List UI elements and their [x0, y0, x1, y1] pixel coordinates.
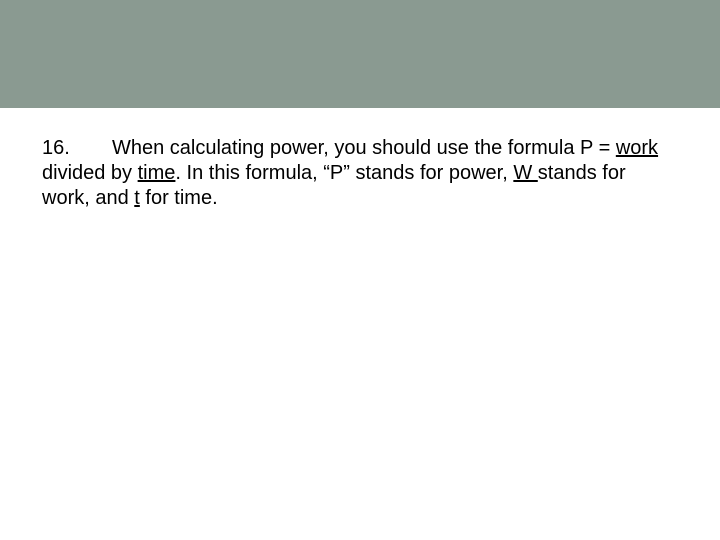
- underlined-work: work: [616, 137, 658, 159]
- underlined-time: time: [138, 162, 176, 184]
- question-paragraph: 16.When calculating power, you should us…: [42, 136, 678, 211]
- underlined-W: W: [513, 162, 537, 184]
- question-number: 16.: [42, 136, 112, 161]
- text-segment-2: P =: [580, 137, 616, 159]
- text-segment-3: divided by: [42, 162, 138, 184]
- text-segment-1: When calculating power, you should use t…: [112, 137, 580, 159]
- text-segment-6: for time.: [140, 187, 218, 209]
- header-bar: [0, 0, 720, 108]
- text-segment-4: . In this formula, “P” stands for power,: [175, 162, 513, 184]
- content-area: 16.When calculating power, you should us…: [0, 108, 720, 211]
